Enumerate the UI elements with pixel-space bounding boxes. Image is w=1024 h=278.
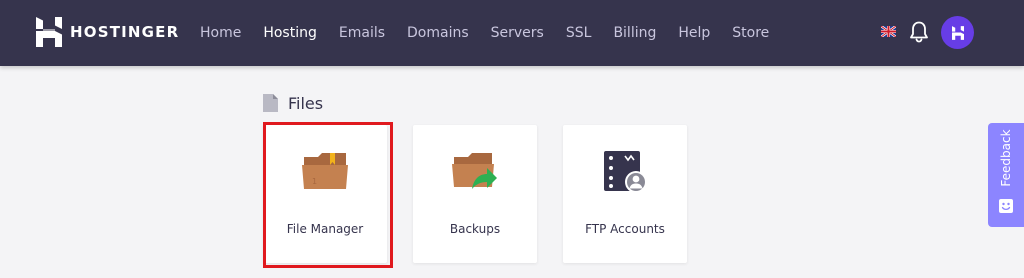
hostinger-logo-icon (36, 17, 62, 47)
hostinger-logo[interactable]: HOSTINGER (36, 16, 179, 48)
feedback-label: Feedback (999, 129, 1013, 187)
nav-help[interactable]: Help (678, 25, 710, 41)
bell-icon[interactable] (907, 20, 931, 44)
nav-domains[interactable]: Domains (407, 25, 469, 41)
nav-billing[interactable]: Billing (613, 25, 656, 41)
backups-card[interactable]: Backups (413, 125, 537, 263)
ftp-accounts-label: FTP Accounts (585, 222, 665, 236)
nav-home[interactable]: Home (200, 25, 241, 41)
top-navigation-bar: HOSTINGER Home Hosting Emails Domains Se… (0, 0, 1024, 66)
folder-icon: 1 (302, 153, 348, 189)
nav-store[interactable]: Store (732, 25, 769, 41)
backups-label: Backups (449, 222, 501, 236)
feedback-tab[interactable]: Feedback (988, 123, 1024, 227)
uk-flag-icon[interactable] (881, 26, 896, 37)
nav-servers[interactable]: Servers (491, 25, 544, 41)
folder-arrow-icon (452, 153, 497, 189)
nav-ssl[interactable]: SSL (566, 25, 592, 41)
section-title: Files (288, 93, 324, 113)
ftp-accounts-card[interactable]: FTP Accounts (563, 125, 687, 263)
nav-hosting[interactable]: Hosting (263, 25, 317, 41)
svg-text:1: 1 (312, 177, 317, 186)
section-header-files: Files (263, 92, 323, 114)
document-icon (263, 94, 278, 112)
smiley-icon (999, 199, 1013, 213)
main-nav: Home Hosting Emails Domains Servers SSL … (200, 0, 791, 66)
server-user-icon (604, 151, 647, 193)
hostinger-logo-icon (951, 25, 964, 40)
file-manager-card[interactable]: 1 File Manager (263, 125, 387, 263)
brand-name: HOSTINGER (70, 23, 180, 41)
avatar[interactable] (941, 16, 974, 49)
file-manager-label: File Manager (286, 222, 364, 236)
nav-emails[interactable]: Emails (339, 25, 385, 41)
